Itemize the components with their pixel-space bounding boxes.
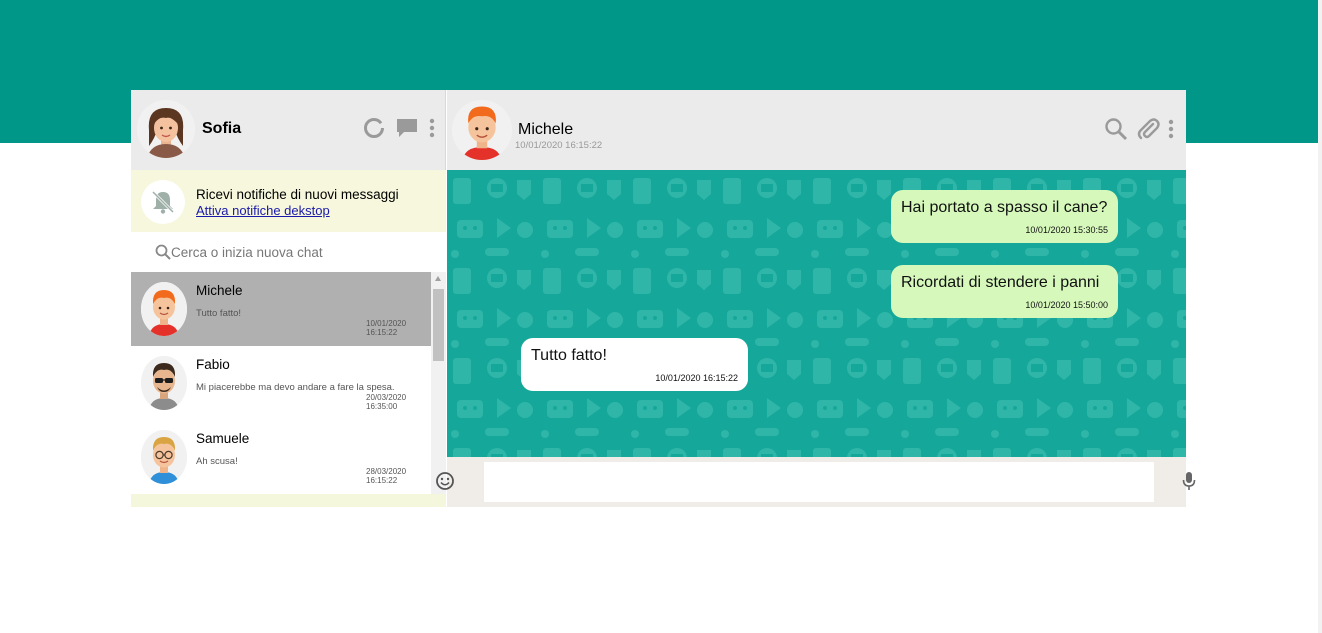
status-circle-icon[interactable] xyxy=(363,117,385,144)
message-time: 10/01/2020 15:30:55 xyxy=(1025,225,1108,235)
avatar[interactable] xyxy=(452,100,512,160)
message-bubble-sent[interactable]: Hai portato a spasso il cane? 10/01/2020… xyxy=(891,190,1118,243)
conversation-header-actions xyxy=(1104,117,1174,146)
girl-avatar-icon xyxy=(137,100,195,158)
kebab-menu-icon[interactable] xyxy=(429,118,435,143)
kebab-menu-icon[interactable] xyxy=(1168,119,1174,144)
message-bubble-received[interactable]: Tutto fatto! 10/01/2020 16:15:22 xyxy=(521,338,748,391)
notification-banner: Ricevi notifiche di nuovi messaggi Attiv… xyxy=(131,170,446,232)
search-input[interactable] xyxy=(171,242,431,262)
contact-list-scrollbar[interactable] xyxy=(431,272,446,494)
red-hair-boy-avatar-icon xyxy=(452,100,512,160)
list-item[interactable]: Samuele Ah scusa! 28/03/2020 16:15:22 xyxy=(131,420,431,494)
contact-name: Fabio xyxy=(196,357,230,372)
conversation-panel: Michele 10/01/2020 16:15:22 Hai portato … xyxy=(436,90,1196,507)
sidebar-header: Sofia xyxy=(131,90,446,170)
contact-timestamp: 28/03/2020 16:15:22 xyxy=(366,467,407,485)
contact-timestamp: 20/03/2020 16:35:00 xyxy=(366,393,407,411)
microphone-icon[interactable] xyxy=(1182,471,1196,496)
message-time: 10/01/2020 16:15:22 xyxy=(655,373,738,383)
glasses-man-avatar-icon xyxy=(141,430,187,484)
message-text: Tutto fatto! xyxy=(531,347,607,364)
sidebar-header-actions xyxy=(363,117,435,144)
paperclip-icon[interactable] xyxy=(1136,117,1160,146)
sidebar: Sofia Ricevi notifiche di nuovi messaggi… xyxy=(131,90,446,507)
contact-list: Michele Tutto fatto! 10/01/202016:15:22 xyxy=(131,272,446,494)
avatar xyxy=(141,356,187,410)
contact-last-message: Ah scusa! xyxy=(196,456,238,467)
list-item[interactable]: Michele Tutto fatto! 10/01/2020 16:15:22 xyxy=(131,272,431,346)
red-hair-boy-avatar-icon xyxy=(141,282,187,336)
contact-name: Michele xyxy=(196,283,243,298)
chat-bubble-icon[interactable] xyxy=(395,117,419,144)
sunglasses-man-avatar-icon xyxy=(141,356,187,410)
scroll-thumb[interactable] xyxy=(433,289,444,361)
bell-off-icon xyxy=(141,180,185,224)
contact-last-message: Tutto fatto! xyxy=(196,308,242,319)
message-text: Ricordati di stendere i panni xyxy=(901,274,1100,291)
message-bubble-sent[interactable]: Ricordati di stendere i panni 10/01/2020… xyxy=(891,265,1118,318)
contact-last-message: Mi piacerebbe ma devo andare a fare la s… xyxy=(196,382,395,393)
message-input[interactable] xyxy=(484,462,1154,502)
avatar[interactable] xyxy=(137,100,195,158)
scroll-up-arrow-icon[interactable] xyxy=(435,276,441,281)
conversation-title: Michele xyxy=(518,121,574,138)
list-item[interactable]: Fabio Mi piacerebbe ma devo andare a far… xyxy=(131,346,431,420)
last-seen: 10/01/2020 16:15:22 xyxy=(515,140,603,151)
avatar xyxy=(141,282,187,336)
enable-notifications-link[interactable]: Attiva notifiche dekstop xyxy=(196,203,330,218)
message-text: Hai portato a spasso il cane? xyxy=(901,199,1108,216)
chat-app: Sofia Ricevi notifiche di nuovi messaggi… xyxy=(131,90,1196,507)
message-composer xyxy=(436,457,1196,507)
notification-title: Ricevi notifiche di nuovi messaggi xyxy=(196,187,399,202)
contact-name: Samuele xyxy=(196,431,250,446)
contact-timestamp: 10/01/2020 16:15:22 xyxy=(366,319,407,337)
search-icon[interactable] xyxy=(1104,117,1128,146)
message-list: Hai portato a spasso il cane? 10/01/2020… xyxy=(447,170,1186,457)
my-name: Sofia xyxy=(202,120,242,137)
search-bar xyxy=(131,232,446,272)
search-icon xyxy=(155,244,171,265)
conversation-header: Michele 10/01/2020 16:15:22 xyxy=(447,90,1186,170)
avatar xyxy=(141,430,187,484)
window-edge xyxy=(1318,0,1322,633)
message-time: 10/01/2020 15:50:00 xyxy=(1025,300,1108,310)
emoji-icon[interactable] xyxy=(435,471,455,496)
